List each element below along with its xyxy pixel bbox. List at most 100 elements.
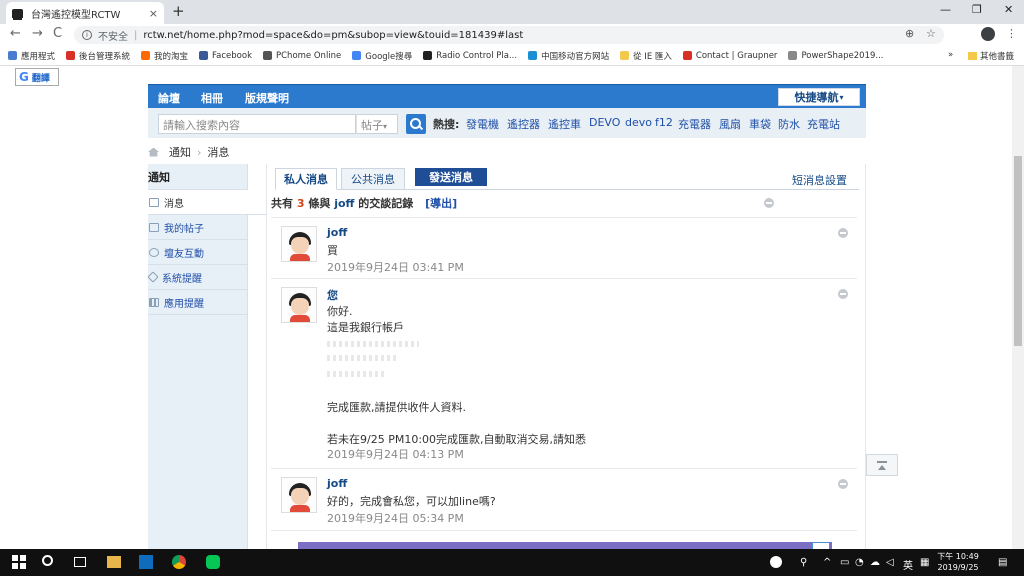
- export-link[interactable]: [導出]: [425, 197, 457, 210]
- hot-term-link[interactable]: 遙控器: [507, 116, 540, 132]
- file-explorer-icon[interactable]: [107, 556, 121, 568]
- volume-icon[interactable]: ◁: [886, 557, 894, 568]
- people-icon[interactable]: ⚲: [800, 557, 807, 568]
- forward-button[interactable]: →: [32, 26, 43, 41]
- message-author[interactable]: joff: [327, 477, 347, 490]
- maximize-button[interactable]: ❐: [972, 3, 982, 16]
- message-settings-link[interactable]: 短消息設置: [792, 172, 847, 188]
- bookmarks-more-icon[interactable]: »: [948, 50, 953, 60]
- avatar[interactable]: [281, 287, 317, 323]
- bookmark-item[interactable]: 中国移动官方网站: [528, 50, 609, 62]
- help-icon[interactable]: [770, 556, 782, 568]
- info-icon[interactable]: i: [82, 30, 92, 40]
- line-app-icon[interactable]: [206, 555, 220, 569]
- bookmark-item[interactable]: Google搜尋: [352, 50, 412, 62]
- sidebar-item-system[interactable]: 系統提醒: [147, 265, 247, 290]
- bookmark-star-icon[interactable]: ☆: [926, 27, 936, 40]
- bookmark-item[interactable]: 應用程式: [8, 50, 55, 62]
- back-button[interactable]: ←: [10, 26, 21, 41]
- taskbar-clock[interactable]: 下午 10:49 2019/9/25: [936, 551, 980, 573]
- tab-close-icon[interactable]: ×: [149, 7, 158, 20]
- scrollbar-thumb[interactable]: [1014, 156, 1022, 346]
- chrome-icon[interactable]: [172, 555, 186, 569]
- nav-forum[interactable]: 論壇: [158, 90, 180, 106]
- quick-nav-button[interactable]: 快捷導航 ▾: [778, 88, 860, 106]
- outlook-icon[interactable]: [139, 555, 153, 569]
- bookmark-item[interactable]: Contact | Graupner: [682, 51, 777, 61]
- bookmark-label: 從 IE 匯入: [633, 51, 672, 62]
- tab-public-messages[interactable]: 公共消息: [341, 168, 405, 190]
- close-window-button[interactable]: ✕: [1004, 3, 1013, 16]
- hot-term-link[interactable]: 車袋: [749, 116, 771, 132]
- profile-avatar-icon[interactable]: [981, 27, 995, 41]
- hot-term-link[interactable]: 充電器: [678, 116, 711, 132]
- message-count: 3: [296, 197, 305, 210]
- search-icon[interactable]: [42, 555, 53, 566]
- search-input[interactable]: 請輸入搜索內容: [158, 114, 356, 134]
- bookmark-item[interactable]: 後台管理系統: [66, 50, 130, 62]
- ime-indicator[interactable]: 英: [903, 557, 913, 572]
- translate-button[interactable]: G 翻譯: [15, 68, 59, 86]
- breadcrumb-notice[interactable]: 通知: [169, 144, 191, 160]
- search-icon[interactable]: [406, 114, 426, 134]
- avatar[interactable]: [281, 477, 317, 513]
- bookmark-item[interactable]: 從 IE 匯入: [620, 50, 672, 62]
- hot-term-link[interactable]: 防水: [778, 116, 800, 132]
- bookmark-item[interactable]: Facebook: [199, 51, 252, 61]
- nav-rules[interactable]: 版規聲明: [245, 90, 289, 106]
- hot-term-link[interactable]: 遙控車: [548, 116, 581, 132]
- address-bar[interactable]: i 不安全 | rctw.net/home.php?mod=space&do=p…: [74, 26, 944, 44]
- hot-term-link[interactable]: 風扇: [719, 116, 741, 132]
- battery-icon[interactable]: ▭: [840, 557, 849, 568]
- avatar[interactable]: [281, 226, 317, 262]
- zoom-icon[interactable]: ⊕: [905, 27, 914, 40]
- hot-term-link[interactable]: DEVO: [589, 116, 620, 129]
- url-text[interactable]: rctw.net/home.php?mod=space&do=pm&subop=…: [143, 30, 523, 41]
- cloud-icon[interactable]: ☁: [870, 557, 880, 568]
- keyboard-icon[interactable]: ▦: [920, 557, 929, 568]
- network-icon[interactable]: ◔: [855, 557, 864, 568]
- new-tab-button[interactable]: +: [172, 2, 185, 20]
- bookmark-favicon-icon: [141, 51, 151, 60]
- other-bookmarks[interactable]: 其他書籤: [968, 50, 1014, 62]
- message-time: 2019年9月24日 04:13 PM: [327, 448, 464, 461]
- windows-start-icon[interactable]: [12, 555, 26, 569]
- home-icon[interactable]: [148, 147, 159, 157]
- hot-term-link[interactable]: 充電站: [807, 116, 840, 132]
- send-message-button[interactable]: 發送消息: [415, 168, 487, 186]
- sidebar-item-interaction[interactable]: 壇友互動: [148, 240, 247, 265]
- search-type-select[interactable]: 帖子▾: [356, 114, 398, 134]
- minimize-button[interactable]: —: [940, 3, 951, 16]
- reload-button[interactable]: C: [53, 26, 62, 41]
- tray-chevron-icon[interactable]: ^: [823, 557, 831, 568]
- breadcrumb-messages[interactable]: 消息: [207, 144, 229, 160]
- sidebar-item-my-posts[interactable]: 我的帖子: [148, 215, 247, 240]
- message-author[interactable]: 您: [327, 287, 338, 303]
- delete-message-icon[interactable]: [838, 479, 848, 489]
- browser-menu-icon[interactable]: ⋮: [1006, 27, 1017, 40]
- nav-album[interactable]: 相冊: [201, 90, 223, 106]
- hot-term-link[interactable]: f12: [655, 116, 673, 129]
- delete-message-icon[interactable]: [838, 289, 848, 299]
- message-author[interactable]: joff: [327, 226, 347, 239]
- conversation-user[interactable]: joff: [334, 197, 354, 210]
- bookmark-item[interactable]: PChome Online: [263, 51, 341, 61]
- bookmark-item[interactable]: PowerShape2019...: [788, 51, 884, 61]
- collapse-icon[interactable]: [764, 198, 774, 208]
- sidebar-item-messages[interactable]: 消息: [148, 190, 266, 215]
- sidebar-item-apps[interactable]: 應用提醒: [148, 290, 247, 315]
- notification-icon[interactable]: ▤: [998, 557, 1007, 568]
- bookmark-item[interactable]: 我的淘宝: [141, 50, 188, 62]
- page-scrollbar[interactable]: [1012, 66, 1024, 550]
- bookmark-item[interactable]: Radio Control Pla...: [423, 51, 517, 61]
- redacted-account: [327, 341, 419, 347]
- hot-term-link[interactable]: devo: [625, 116, 652, 129]
- tab-private-messages[interactable]: 私人消息: [275, 168, 337, 190]
- task-view-icon[interactable]: [74, 557, 86, 567]
- browser-tab[interactable]: 台灣遙控模型RCTW ×: [6, 2, 164, 24]
- back-to-top-button[interactable]: [866, 454, 898, 476]
- hot-term-link[interactable]: 發電機: [466, 116, 499, 132]
- message-text: 若未在9/25 PM10:00完成匯款,自動取消交易,請知悉: [327, 433, 587, 446]
- delete-message-icon[interactable]: [838, 228, 848, 238]
- message-item: 您 你好. 這是我銀行帳戶 完成匯款,請提供收件人資料. 若未在9/25 PM1…: [271, 278, 857, 468]
